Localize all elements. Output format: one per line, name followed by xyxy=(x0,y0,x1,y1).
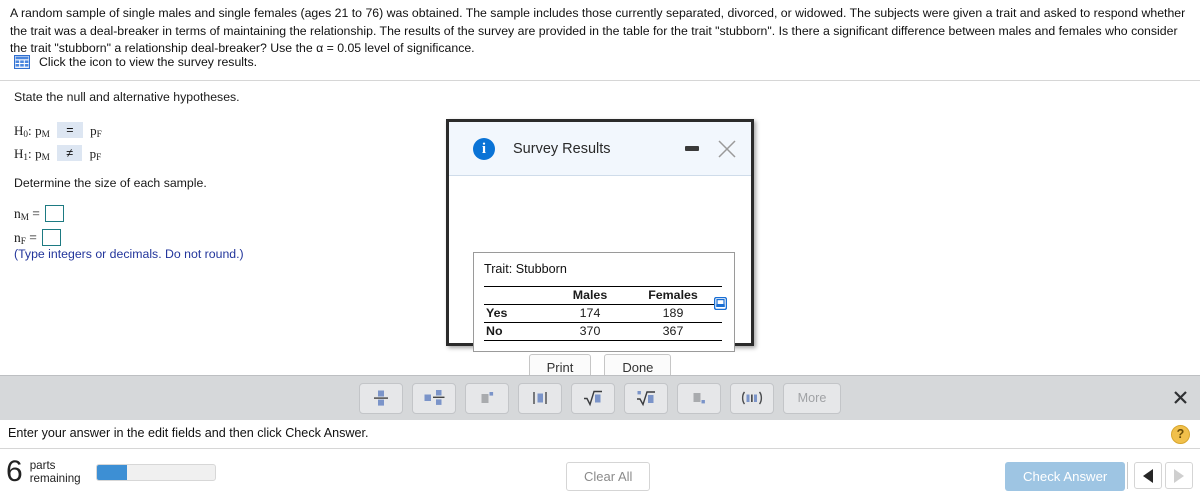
n-females-label: nF = xyxy=(14,229,37,246)
hypotheses-prompt: State the null and alternative hypothese… xyxy=(14,90,240,104)
survey-results-link-text[interactable]: Click the icon to view the survey result… xyxy=(39,55,257,69)
n-males-label: nM = xyxy=(14,205,40,222)
progress-bar xyxy=(96,464,216,481)
null-right-term: pF xyxy=(90,123,102,139)
footer-bar: 6 parts remaining Clear All Check Answer xyxy=(0,449,1200,504)
sample-size-row-females: nF = xyxy=(14,229,61,246)
check-answer-button[interactable]: Check Answer xyxy=(1005,462,1126,491)
exponent-button[interactable] xyxy=(465,382,509,414)
alternative-operator-dropdown[interactable]: ≠ xyxy=(57,145,83,161)
sample-size-row-males: nM = xyxy=(14,205,64,222)
null-operator-dropdown[interactable]: = xyxy=(57,122,83,138)
survey-results-dialog: i Survey Results Trait: Stubborn Males F… xyxy=(446,119,754,381)
triangle-left-icon xyxy=(1143,468,1153,483)
absolute-value-button[interactable] xyxy=(518,382,562,414)
minimize-button[interactable] xyxy=(685,146,699,151)
square-root-button[interactable] xyxy=(571,382,615,414)
parts-remaining-label: parts remaining xyxy=(29,459,81,485)
n-males-input[interactable] xyxy=(44,205,64,222)
trait-label: Trait: Stubborn xyxy=(484,262,567,276)
dialog-title-bar: i Survey Results xyxy=(449,122,751,176)
triangle-right-icon xyxy=(1174,468,1184,483)
column-header-blank xyxy=(484,286,556,305)
table-row: No 370 367 xyxy=(484,322,722,341)
alternative-hypothesis-label: H1: xyxy=(14,146,32,162)
footer-divider xyxy=(1127,462,1128,489)
cell-yes-females: 189 xyxy=(624,304,722,323)
mixed-number-button[interactable] xyxy=(412,382,456,414)
previous-part-button[interactable] xyxy=(1134,462,1162,489)
instruction-text: Enter your answer in the edit fields and… xyxy=(8,426,369,440)
nth-root-button[interactable] xyxy=(624,382,668,414)
input-format-note: (Type integers or decimals. Do not round… xyxy=(14,247,244,261)
null-hypothesis-label: H0: xyxy=(14,123,32,139)
row-label-no: No xyxy=(484,322,556,341)
cell-no-females: 367 xyxy=(624,322,722,341)
cell-no-males: 370 xyxy=(556,322,625,341)
nth-root-icon xyxy=(637,391,655,407)
next-part-button[interactable] xyxy=(1165,462,1193,489)
exponent-icon xyxy=(481,392,494,403)
survey-results-panel: Trait: Stubborn Males Females Yes 174 18… xyxy=(473,252,735,352)
absolute-value-icon xyxy=(533,392,547,404)
question-stem: A random sample of single males and sing… xyxy=(10,6,1186,55)
interval-notation-icon xyxy=(741,391,763,405)
copy-to-spreadsheet-icon[interactable] xyxy=(714,297,727,310)
clear-all-button[interactable]: Clear All xyxy=(566,462,651,491)
table-header-row: Males Females xyxy=(484,286,722,305)
alt-left-term: pM xyxy=(35,146,50,162)
row-label-yes: Yes xyxy=(484,304,556,323)
parts-remaining: 6 parts remaining xyxy=(6,457,81,487)
exercise-page: A random sample of single males and sing… xyxy=(0,0,1200,504)
progress-bar-fill xyxy=(97,465,127,480)
section-divider xyxy=(0,80,1200,81)
info-icon: i xyxy=(473,137,495,160)
column-header-females: Females xyxy=(624,286,722,305)
table-row: Yes 174 189 xyxy=(484,304,722,323)
alt-right-term: pF xyxy=(89,146,102,162)
more-button[interactable]: More xyxy=(783,382,841,414)
toolbar-close-icon[interactable] xyxy=(1173,390,1188,405)
help-icon[interactable]: ? xyxy=(1171,425,1190,444)
dialog-body: Trait: Stubborn Males Females Yes 174 18… xyxy=(449,176,751,381)
hypothesis-row-alternative: H1: pM ≠ pF xyxy=(14,145,101,162)
instruction-bar: Enter your answer in the edit fields and… xyxy=(0,420,1200,449)
mixed-number-icon xyxy=(424,390,445,405)
null-left-term: pM xyxy=(35,123,50,139)
n-females-input[interactable] xyxy=(41,229,61,246)
grid-table-icon[interactable] xyxy=(14,55,30,69)
dialog-title: Survey Results xyxy=(513,140,611,157)
close-icon[interactable] xyxy=(716,138,738,160)
survey-results-link[interactable]: Click the icon to view the survey result… xyxy=(14,55,257,69)
hypothesis-row-null: H0: pM = pF xyxy=(14,122,102,139)
survey-results-table: Males Females Yes 174 189 No 370 367 xyxy=(484,286,722,341)
cell-yes-males: 174 xyxy=(556,304,625,323)
square-root-icon xyxy=(584,390,602,407)
interval-notation-button[interactable] xyxy=(730,382,774,414)
parts-remaining-count: 6 xyxy=(6,455,23,488)
fraction-button[interactable] xyxy=(359,382,403,414)
column-header-males: Males xyxy=(556,286,625,305)
sample-size-prompt: Determine the size of each sample. xyxy=(14,176,207,190)
subscript-icon xyxy=(693,393,705,404)
math-palette-toolbar: More xyxy=(0,375,1200,420)
subscript-button[interactable] xyxy=(677,382,721,414)
fraction-icon xyxy=(374,390,388,406)
